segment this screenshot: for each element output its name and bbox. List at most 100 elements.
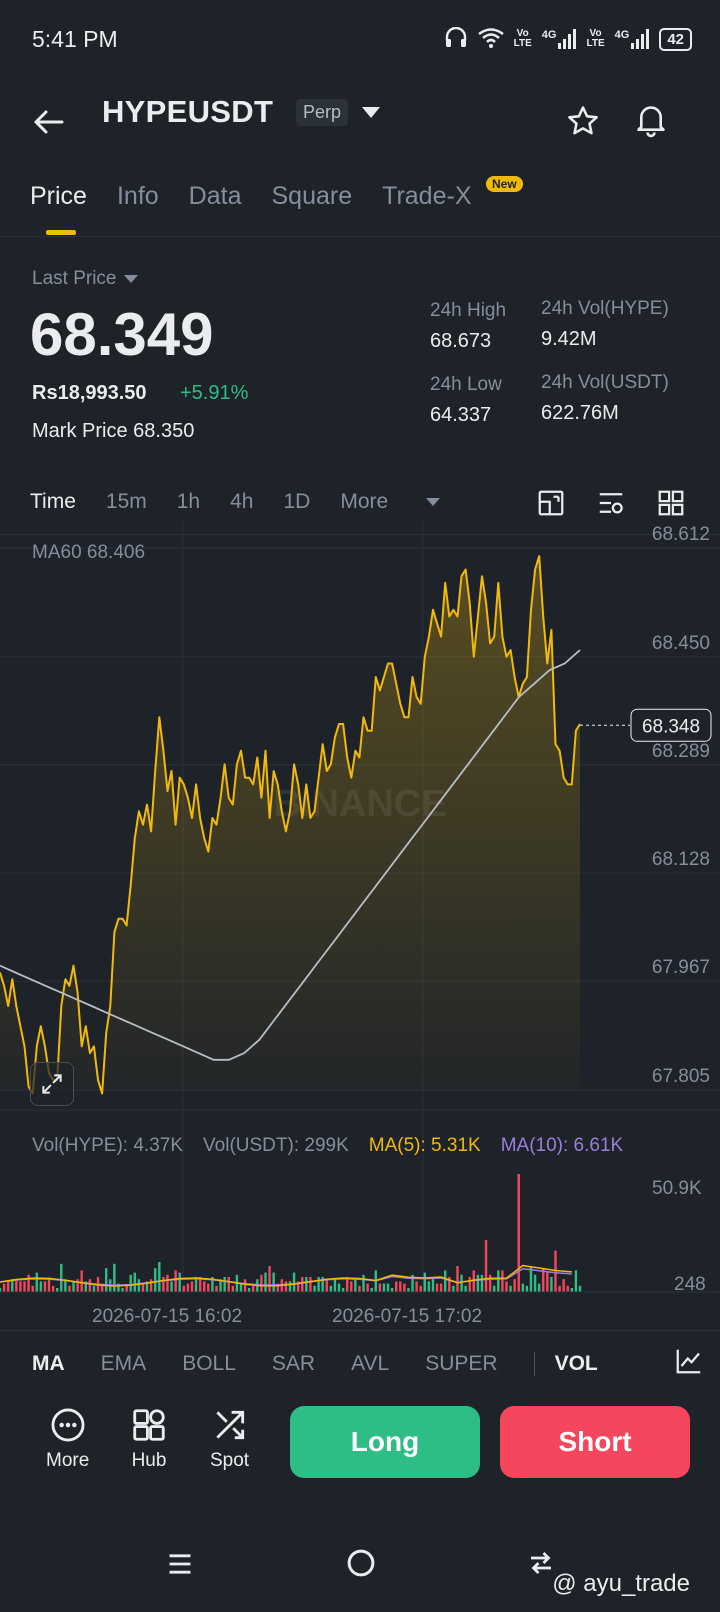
chart-bottom-divider [0, 1330, 720, 1331]
bell-icon [637, 106, 665, 138]
tab-price[interactable]: Price [30, 182, 87, 211]
volume-bar [247, 1288, 251, 1292]
volume-bar [386, 1283, 390, 1292]
tab-square[interactable]: Square [271, 182, 352, 211]
volume-bar [35, 1272, 38, 1292]
indicator-divider [533, 1352, 535, 1376]
vol-base-legend: Vol(HYPE): 4.37K [32, 1135, 184, 1156]
long-button[interactable]: Long [290, 1406, 480, 1478]
volume-bar [546, 1272, 549, 1292]
volume-bar [497, 1270, 500, 1292]
tab-bar: Price Info Data Square Trade-X [30, 182, 502, 211]
volume-bar [133, 1272, 136, 1292]
status-bar: 5:41 PM Vo LTE 4G Vo LTE 4G 42 [0, 0, 720, 80]
volume-bar [333, 1279, 337, 1292]
volume-bar [162, 1277, 165, 1292]
indicator-sar[interactable]: SAR [272, 1352, 315, 1376]
vol-axis-min: 248 [674, 1274, 706, 1295]
back-button[interactable] [30, 104, 66, 140]
favorite-button[interactable] [566, 104, 600, 143]
grid-icon [658, 490, 684, 516]
interval-4h[interactable]: 4h [230, 490, 253, 514]
indicator-boll[interactable]: BOLL [182, 1352, 236, 1376]
interval-15m[interactable]: 15m [106, 490, 147, 514]
recent-apps-button[interactable] [166, 1550, 194, 1583]
volume-bar [341, 1288, 345, 1292]
volume-bar [464, 1285, 467, 1292]
y-tick-label: 68.612 [652, 524, 710, 545]
high-value: 68.673 [430, 330, 492, 352]
volume-bar [439, 1283, 443, 1292]
volume-bar [19, 1281, 22, 1292]
volume-bar [521, 1283, 525, 1292]
indicator-ma[interactable]: MA [32, 1352, 65, 1376]
volume-bar [207, 1283, 210, 1292]
volume-bar [378, 1283, 382, 1292]
depth-view-button[interactable] [536, 488, 566, 523]
volume-bar [382, 1283, 386, 1292]
interval-more[interactable]: More [340, 490, 470, 514]
indicator-vol[interactable]: VOL [555, 1352, 598, 1376]
symbol-title[interactable]: HYPEUSDT [102, 94, 273, 130]
tab-divider [0, 236, 720, 237]
volume-bar [292, 1272, 296, 1292]
indicator-avl[interactable]: AVL [351, 1352, 389, 1376]
chart-mode-icon [538, 490, 564, 516]
last-price: 68.349 [30, 301, 214, 368]
change-percent: +5.91% [180, 382, 249, 404]
volume-bar [60, 1263, 63, 1292]
alert-button[interactable] [634, 102, 668, 143]
volume-bar [76, 1279, 79, 1292]
tab-info[interactable]: Info [117, 182, 159, 211]
expand-chart-button[interactable] [30, 1062, 74, 1106]
mark-price-label: Mark Price [32, 420, 128, 442]
chart-settings-button[interactable] [596, 488, 626, 523]
volume-bar [272, 1272, 275, 1292]
current-price-tag: 68.348 [642, 716, 700, 737]
volume-bar [239, 1283, 243, 1292]
volume-bar [288, 1281, 292, 1292]
indicator-super[interactable]: SUPER [425, 1352, 497, 1376]
more-button[interactable]: More [46, 1406, 89, 1472]
headset-icon [444, 26, 468, 52]
tab-data[interactable]: Data [189, 182, 242, 211]
volume-bar [158, 1262, 161, 1292]
interval-1h[interactable]: 1h [177, 490, 200, 514]
price-chart[interactable]: 68.61268.45068.28968.12867.96767.805BINA… [0, 522, 720, 1322]
home-button[interactable] [346, 1548, 376, 1583]
hub-button[interactable]: Hub [130, 1406, 168, 1472]
tab-trade-x[interactable]: Trade-X [382, 182, 471, 211]
signal-2-icon: 4G [615, 29, 650, 49]
volume-bar [174, 1270, 177, 1292]
volume-bar [137, 1279, 141, 1292]
volume-bar [264, 1272, 267, 1292]
layout-grid-button[interactable] [656, 488, 686, 523]
volume-bar [550, 1277, 553, 1292]
volume-bar [92, 1285, 96, 1292]
volume-bar [366, 1283, 369, 1292]
interval-time[interactable]: Time [30, 490, 76, 514]
price-chart-svg: 68.61268.45068.28968.12867.96767.805BINA… [0, 522, 720, 1293]
volume-bar [525, 1285, 529, 1292]
volume-legend: Vol(HYPE): 4.37K Vol(USDT): 299K MA(5): … [32, 1135, 623, 1157]
price-area [0, 556, 580, 1094]
spot-button[interactable]: Spot [210, 1406, 249, 1472]
home-circle-icon [347, 1549, 375, 1577]
signal-1-icon: 4G [542, 29, 577, 49]
short-button[interactable]: Short [500, 1406, 690, 1478]
last-price-dropdown[interactable]: Last Price [32, 268, 139, 290]
volume-bar [325, 1279, 328, 1292]
volume-bar [460, 1274, 463, 1292]
volume-bar [370, 1288, 373, 1292]
symbol-dropdown-icon[interactable] [362, 107, 380, 118]
interval-1d[interactable]: 1D [283, 490, 310, 514]
volume-bar [558, 1285, 561, 1292]
volte-1-label: Vo LTE [513, 28, 532, 49]
indicator-ema[interactable]: EMA [101, 1352, 147, 1376]
volume-bar [223, 1277, 226, 1292]
vol-axis-max: 50.9K [652, 1178, 702, 1199]
volume-bar [0, 1288, 2, 1292]
volume-bar [301, 1277, 304, 1292]
volume-bar [149, 1279, 153, 1292]
y-tick-label: 68.128 [652, 849, 710, 870]
